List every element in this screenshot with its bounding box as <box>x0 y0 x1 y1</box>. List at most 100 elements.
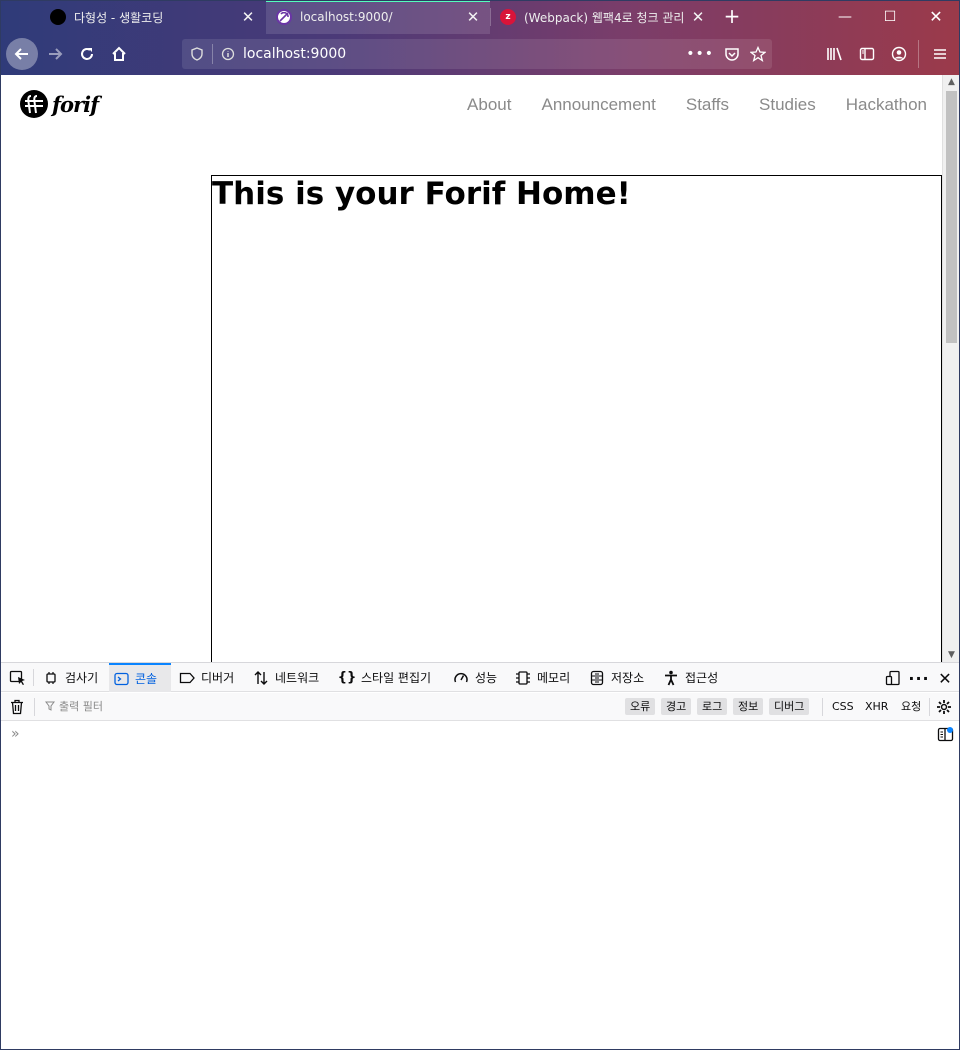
notification-dot <box>947 727 953 733</box>
reload-button[interactable] <box>72 39 102 69</box>
tab-performance[interactable]: 성능 <box>449 663 501 692</box>
element-picker-button[interactable] <box>5 663 31 692</box>
sidebar-button[interactable] <box>852 39 882 69</box>
account-icon <box>891 46 907 62</box>
info-icon[interactable] <box>221 47 235 61</box>
trash-icon[interactable] <box>10 699 24 718</box>
debugger-icon <box>179 670 195 686</box>
site-nav: About Announcement Staffs Studies Hackat… <box>437 95 927 115</box>
tab-inspector[interactable]: 검사기 <box>39 663 102 692</box>
responsive-design-icon[interactable] <box>884 669 902 687</box>
tab-accessibility[interactable]: 접근성 <box>659 663 722 692</box>
browser-tab-2[interactable]: localhost:9000/ ✕ <box>266 0 490 34</box>
zero-red-icon: z <box>500 9 516 25</box>
tab-title: 다형성 - 생활코딩 <box>74 10 164 25</box>
split-console-icon[interactable] <box>937 726 955 745</box>
filter-xhr-button[interactable]: XHR <box>865 698 888 715</box>
browser-chrome: 다형성 - 생활코딩 ✕ localhost:9000/ ✕ z (Webpac… <box>0 0 960 75</box>
console-output[interactable]: » <box>1 722 959 1049</box>
url-separator <box>212 44 213 64</box>
menu-button[interactable] <box>925 39 955 69</box>
accessibility-icon <box>663 670 679 686</box>
gear-icon[interactable] <box>936 699 952 718</box>
bookmark-star-icon[interactable] <box>750 46 766 62</box>
home-button[interactable] <box>104 39 134 69</box>
page-actions-icon[interactable]: ••• <box>686 46 714 62</box>
style-editor-icon: {} <box>337 670 357 685</box>
back-arrow-icon <box>14 48 28 60</box>
tab-label: 콘솔 <box>135 672 158 686</box>
filter-warnings-button[interactable]: 경고 <box>661 698 692 715</box>
console-filter-input[interactable]: 출력 필터 <box>45 698 103 714</box>
filter-placeholder: 출력 필터 <box>59 700 103 713</box>
filter-requests-button[interactable]: 요청 <box>901 698 921 715</box>
site-logo[interactable]: forif <box>19 89 99 119</box>
console-icon <box>113 671 129 687</box>
home-content-box: This is your Forif Home! <box>211 175 942 662</box>
filter-css-button[interactable]: CSS <box>832 698 854 715</box>
logo-text: forif <box>52 91 99 117</box>
storage-icon <box>589 670 605 686</box>
new-tab-icon[interactable]: + <box>720 5 744 29</box>
filter-divider <box>822 698 823 716</box>
tab-console[interactable]: 콘솔 <box>109 663 171 692</box>
tab-debugger[interactable]: 디버거 <box>175 663 238 692</box>
tab-title: (Webpack) 웹팩4로 청크 관리 <box>524 10 685 25</box>
tab-storage[interactable]: 저장소 <box>585 663 648 692</box>
filter-errors-button[interactable]: 오류 <box>625 698 656 715</box>
tab-label: 네트워크 <box>275 671 320 685</box>
scroll-down-icon[interactable]: ▼ <box>943 648 959 662</box>
tab-memory[interactable]: 메모리 <box>511 663 574 692</box>
url-text[interactable]: localhost:9000 <box>243 46 346 62</box>
forif-logo-icon <box>20 90 48 118</box>
nav-staffs[interactable]: Staffs <box>686 95 729 115</box>
minimize-icon[interactable]: — <box>834 6 856 28</box>
forward-arrow-icon <box>49 48 63 60</box>
window-close-icon[interactable]: ✕ <box>925 6 947 28</box>
devtools-toolbar: 검사기 콘솔 디버거 네트워크 {} 스타일 편집기 성능 메모리 저장소 접근… <box>1 663 959 692</box>
filter-logs-button[interactable]: 로그 <box>697 698 728 715</box>
performance-icon <box>453 670 469 686</box>
pocket-icon[interactable] <box>724 46 740 62</box>
tab-network[interactable]: 네트워크 <box>249 663 323 692</box>
close-icon[interactable]: ✕ <box>466 8 480 26</box>
url-bar[interactable]: localhost:9000 ••• <box>182 39 772 69</box>
scrollbar-thumb[interactable] <box>946 91 957 343</box>
filter-info-button[interactable]: 정보 <box>733 698 764 715</box>
close-icon[interactable]: ✕ <box>241 8 255 26</box>
network-icon <box>253 670 269 686</box>
console-prompt[interactable]: » <box>11 726 20 742</box>
tab-label: 메모리 <box>537 671 571 685</box>
home-icon <box>112 46 126 61</box>
reload-icon <box>81 48 93 60</box>
scroll-up-icon[interactable]: ▲ <box>943 75 959 89</box>
close-devtools-icon[interactable]: ✕ <box>936 669 954 688</box>
tab-label: 저장소 <box>611 671 645 685</box>
filter-icon <box>45 701 55 711</box>
nav-studies[interactable]: Studies <box>759 95 816 115</box>
browser-tab-3[interactable]: z (Webpack) 웹팩4로 청크 관리 ✕ <box>490 0 715 34</box>
maximize-icon[interactable]: ☐ <box>879 6 901 28</box>
tab-title: localhost:9000/ <box>300 10 393 24</box>
console-filter-bar: 출력 필터 오류 경고 로그 정보 디버그 CSS XHR 요청 <box>1 693 959 721</box>
memory-icon <box>515 670 531 686</box>
filter-debug-button[interactable]: 디버그 <box>769 698 810 715</box>
nav-announcement[interactable]: Announcement <box>541 95 655 115</box>
tab-label: 접근성 <box>685 671 719 685</box>
shield-icon[interactable] <box>190 47 204 61</box>
nav-hackathon[interactable]: Hackathon <box>846 95 927 115</box>
library-button[interactable] <box>820 39 850 69</box>
tab-label: 디버거 <box>201 671 235 685</box>
page-title: This is your Forif Home! <box>212 176 631 212</box>
page-scrollbar[interactable]: ▲ ▼ <box>942 75 959 662</box>
tab-style-editor[interactable]: {} 스타일 편집기 <box>335 663 435 692</box>
close-icon[interactable]: ✕ <box>691 8 705 26</box>
browser-tab-1[interactable]: 다형성 - 생활코딩 ✕ <box>40 0 265 34</box>
account-button[interactable] <box>884 39 914 69</box>
more-options-icon[interactable]: ··· <box>908 669 928 688</box>
back-button[interactable] <box>6 38 38 70</box>
hamburger-menu-icon <box>934 49 946 59</box>
site-header: forif About Announcement Staffs Studies … <box>1 75 941 137</box>
forward-button[interactable] <box>40 39 70 69</box>
nav-about[interactable]: About <box>467 95 511 115</box>
